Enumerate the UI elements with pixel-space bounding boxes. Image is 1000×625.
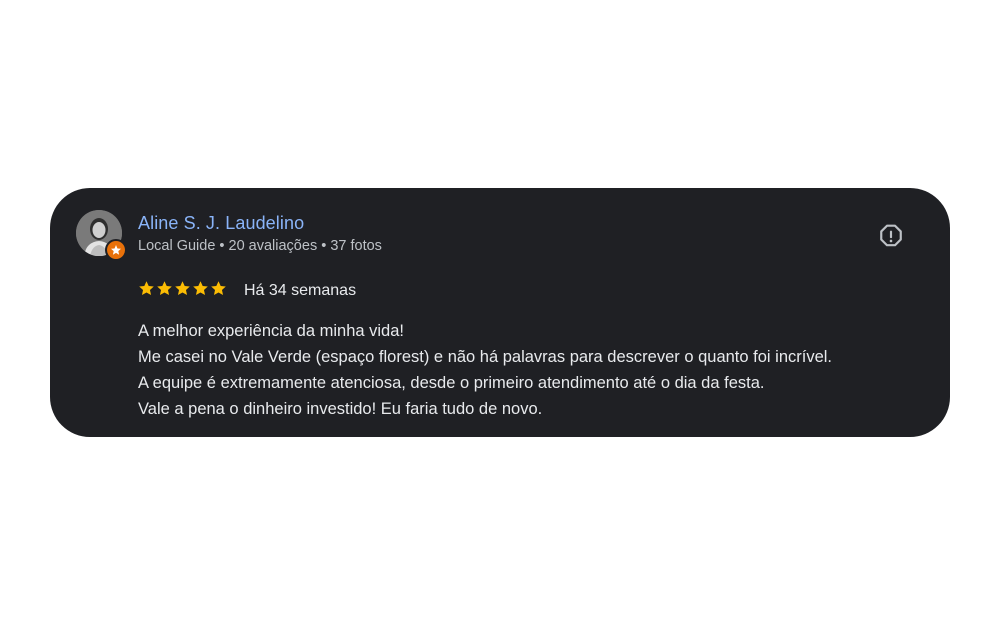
- star-icon: [139, 281, 154, 296]
- review-card: Aline S. J. Laudelino Local Guide • 20 a…: [50, 188, 950, 437]
- review-date: Há 34 semanas: [244, 282, 357, 299]
- report-icon: [880, 224, 902, 247]
- review-line: Vale a pena o dinheiro investido! Eu far…: [138, 400, 543, 418]
- report-button[interactable]: [876, 221, 906, 251]
- star-icon: [175, 281, 190, 296]
- review-line: Me casei no Vale Verde (espaço florest) …: [138, 348, 832, 366]
- author-meta: Local Guide • 20 avaliações • 37 fotos: [138, 238, 382, 254]
- star-icon: [193, 281, 208, 296]
- star-icon: [211, 281, 226, 296]
- review-text: A melhor experiência da minha vida! Me c…: [138, 318, 938, 422]
- author-name[interactable]: Aline S. J. Laudelino: [138, 213, 304, 234]
- review-line: A equipe é extremamente atenciosa, desde…: [138, 374, 765, 392]
- local-guide-badge-icon: [105, 239, 127, 261]
- star-icon: [157, 281, 172, 296]
- star-rating: [138, 280, 227, 297]
- review-line: A melhor experiência da minha vida!: [138, 322, 404, 340]
